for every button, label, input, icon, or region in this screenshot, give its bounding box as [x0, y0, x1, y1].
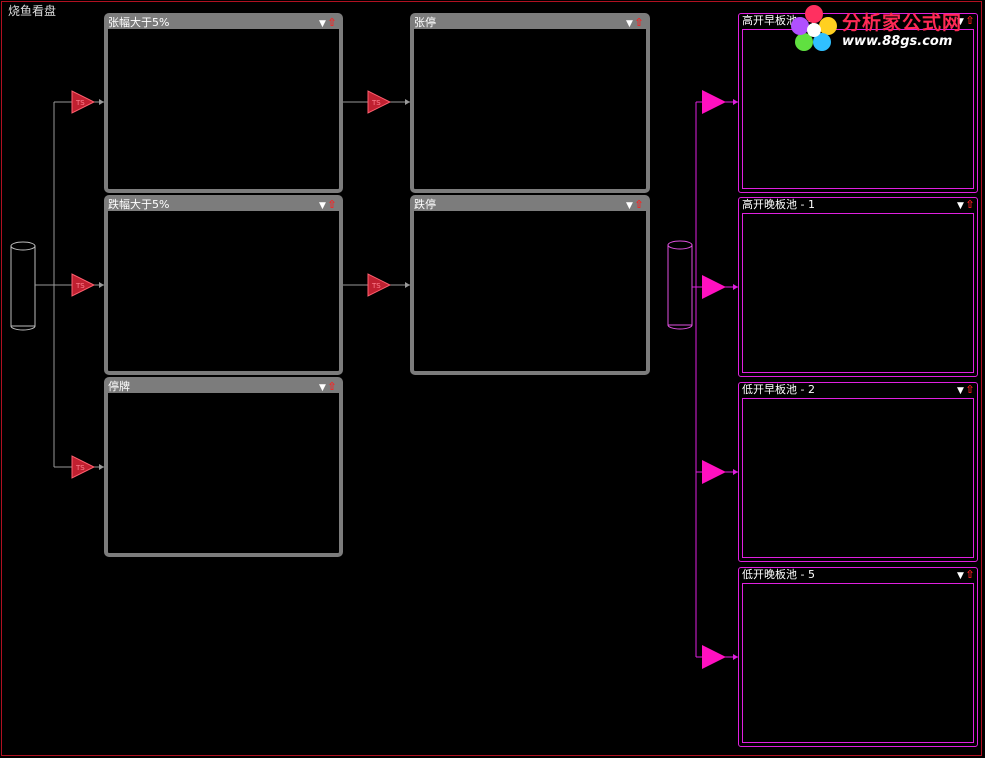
panel-header: 停牌 ▼⇧ — [108, 381, 339, 393]
flower-logo-icon — [791, 5, 837, 51]
triangle-down-icon[interactable]: ▼ — [625, 18, 634, 30]
panel-limit-up[interactable]: 张停 ▼⇧ — [410, 13, 650, 193]
pool-high-open-late[interactable]: 高开晚板池 - 1 ▼⇧ — [738, 197, 978, 377]
panel-header: 低开早板池 - 2 ▼⇧ — [739, 383, 977, 396]
source-database-icon[interactable] — [10, 241, 36, 331]
triangle-down-icon[interactable]: ▼ — [956, 385, 965, 397]
filter-triangle-icon[interactable]: TS — [71, 90, 96, 114]
site-logo: 分析家公式网 www.88gs.com — [788, 2, 985, 54]
pool-low-open-late[interactable]: 低开晚板池 - 5 ▼⇧ — [738, 567, 978, 747]
red-up-arrow-icon[interactable]: ⇧ — [634, 17, 644, 29]
red-up-arrow-icon[interactable]: ⇧ — [965, 384, 975, 396]
pool-low-open-early[interactable]: 低开早板池 - 2 ▼⇧ — [738, 382, 978, 562]
logo-name: 分析家公式网 — [842, 12, 963, 34]
panel-header: 张幅大于5% ▼⇧ — [108, 17, 339, 29]
filter-triangle-icon[interactable]: TS — [71, 455, 96, 479]
panel-title: 低开晚板池 - 5 — [742, 568, 815, 581]
panel-title: 停牌 — [108, 380, 130, 393]
red-up-arrow-icon[interactable]: ⇧ — [965, 199, 975, 211]
panel-title: 跌幅大于5% — [108, 198, 170, 211]
filter-triangle-icon[interactable]: TS — [367, 90, 392, 114]
panel-header: 高开晚板池 - 1 ▼⇧ — [739, 198, 977, 211]
panel-body — [742, 398, 974, 558]
triangle-down-icon[interactable]: ▼ — [318, 18, 327, 30]
pink-triangle-icons — [702, 90, 726, 669]
panel-rise-over-5[interactable]: 张幅大于5% ▼⇧ — [104, 13, 343, 193]
triangle-down-icon[interactable]: ▼ — [956, 200, 965, 212]
red-up-arrow-icon[interactable]: ⇧ — [634, 199, 644, 211]
svg-text:TS: TS — [371, 99, 381, 107]
filter-triangle-icon[interactable]: TS — [71, 273, 96, 297]
triangle-down-icon[interactable]: ▼ — [956, 570, 965, 582]
panel-limit-down[interactable]: 跌停 ▼⇧ — [410, 195, 650, 375]
panel-title: 跌停 — [414, 198, 436, 211]
svg-text:TS: TS — [75, 464, 85, 472]
filter-triangle-icon[interactable]: TS — [367, 273, 392, 297]
panel-suspended[interactable]: 停牌 ▼⇧ — [104, 377, 343, 557]
panel-header: 跌停 ▼⇧ — [414, 199, 646, 211]
triangle-down-icon[interactable]: ▼ — [318, 382, 327, 394]
svg-text:TS: TS — [75, 282, 85, 290]
panel-title: 张停 — [414, 16, 436, 29]
panel-header: 低开晚板池 - 5 ▼⇧ — [739, 568, 977, 581]
right-wires — [692, 101, 738, 658]
panel-fall-over-5[interactable]: 跌幅大于5% ▼⇧ — [104, 195, 343, 375]
svg-text:TS: TS — [75, 99, 85, 107]
panel-body — [742, 213, 974, 373]
red-up-arrow-icon[interactable]: ⇧ — [965, 569, 975, 581]
panel-header: 张停 ▼⇧ — [414, 17, 646, 29]
triangle-down-icon[interactable]: ▼ — [625, 200, 634, 212]
triangle-down-icon[interactable]: ▼ — [318, 200, 327, 212]
panel-title: 张幅大于5% — [108, 16, 170, 29]
red-up-arrow-icon[interactable]: ⇧ — [327, 17, 337, 29]
logo-url: www.88gs.com — [842, 34, 953, 49]
panel-header: 跌幅大于5% ▼⇧ — [108, 199, 339, 211]
panel-body — [742, 583, 974, 743]
red-up-arrow-icon[interactable]: ⇧ — [327, 381, 337, 393]
pink-database-icon[interactable] — [667, 240, 693, 330]
red-up-arrow-icon[interactable]: ⇧ — [327, 199, 337, 211]
panel-title: 低开早板池 - 2 — [742, 383, 815, 396]
svg-text:TS: TS — [371, 282, 381, 290]
panel-title: 高开晚板池 - 1 — [742, 198, 815, 211]
